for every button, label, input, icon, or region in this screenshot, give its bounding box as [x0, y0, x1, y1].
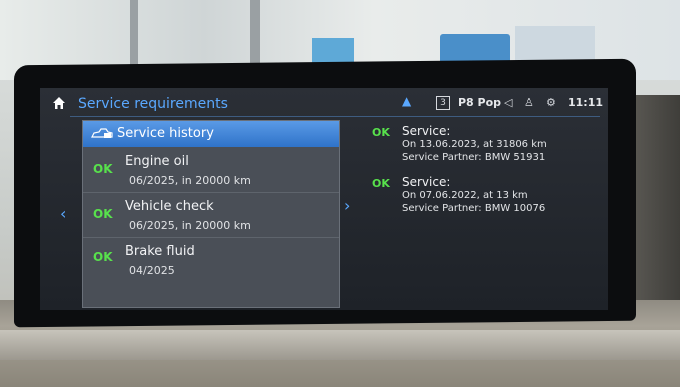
status-badge: OK [93, 250, 113, 264]
settings-icon: ⚙ [546, 96, 556, 109]
service-list: Service history OK Engine oil 06/2025, i… [82, 120, 340, 308]
chevron-right-icon[interactable]: › [344, 196, 350, 215]
entry-title: Service: [402, 124, 451, 138]
status-badge: OK [372, 126, 390, 139]
entry-date: On 13.06.2023, at 31806 km [402, 139, 547, 150]
item-name: Engine oil [125, 154, 189, 169]
entry-date: On 07.06.2022, at 13 km [402, 190, 528, 201]
entry-partner: Service Partner: BMW 10076 [402, 203, 546, 214]
dashboard-trim [0, 330, 680, 360]
home-icon[interactable] [52, 96, 66, 110]
background-post [250, 0, 260, 66]
service-history-button[interactable]: Service history [83, 121, 339, 147]
entry-partner: Service Partner: BMW 51931 [402, 152, 546, 163]
page-title: Service requirements [78, 96, 228, 112]
infotainment-screen: Service requirements ▲ 3 P8 Pop ◁ ♙ ⚙ 11… [40, 88, 608, 310]
radio-station[interactable]: P8 Pop [458, 96, 501, 109]
status-bar: Service requirements ▲ 3 P8 Pop ◁ ♙ ⚙ 11… [40, 88, 608, 114]
status-badge: OK [372, 177, 390, 190]
item-name: Brake fluid [125, 244, 195, 259]
item-name: Vehicle check [125, 199, 214, 214]
status-badge: OK [93, 162, 113, 176]
header-divider [70, 116, 600, 117]
list-item[interactable]: OK Engine oil 06/2025, in 20000 km [83, 148, 339, 193]
mute-icon: ◁ [504, 96, 513, 109]
connection-icon: ♙ [524, 96, 534, 109]
list-item[interactable]: OK Brake fluid 04/2025 [83, 238, 339, 282]
background-post [130, 0, 138, 70]
service-history-label: Service history [117, 126, 214, 141]
chevron-up-icon[interactable]: ▲ [402, 94, 411, 108]
entry-title: Service: [402, 175, 451, 189]
preset-number-badge: 3 [436, 96, 450, 110]
chevron-left-icon[interactable]: ‹ [60, 204, 66, 223]
item-detail: 04/2025 [129, 264, 175, 277]
car-service-icon [91, 128, 113, 138]
dashboard-panel [630, 95, 680, 305]
status-badge: OK [93, 207, 113, 221]
background-object [312, 38, 354, 64]
item-detail: 06/2025, in 20000 km [129, 219, 251, 232]
list-item[interactable]: OK Vehicle check 06/2025, in 20000 km [83, 193, 339, 238]
clock: 11:11 [568, 96, 604, 109]
item-detail: 06/2025, in 20000 km [129, 174, 251, 187]
